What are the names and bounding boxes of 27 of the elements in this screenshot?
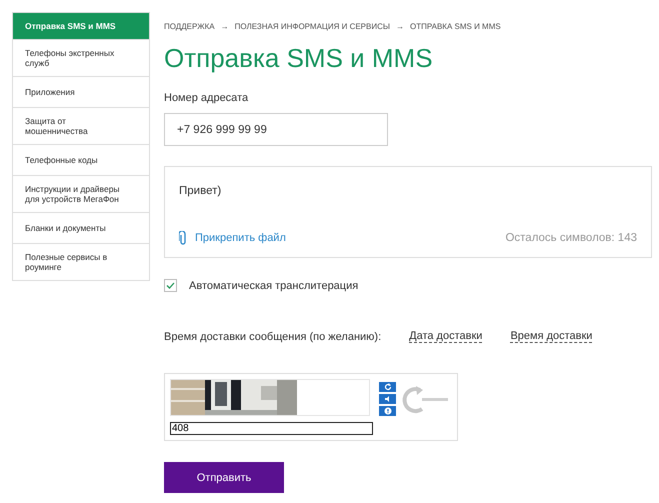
refresh-button[interactable] bbox=[379, 382, 396, 392]
breadcrumb-link[interactable]: ПОДДЕРЖКА bbox=[164, 22, 215, 31]
character-counter: Осталось символов: 143 bbox=[505, 232, 637, 244]
breadcrumb-link[interactable]: ОТПРАВКА SMS И MMS bbox=[410, 22, 501, 31]
captcha-input[interactable]: 408 bbox=[170, 422, 373, 435]
refresh-icon bbox=[384, 383, 392, 391]
breadcrumb-link[interactable]: ПОЛЕЗНАЯ ИНФОРМАЦИЯ И СЕРВИСЫ bbox=[234, 22, 390, 31]
sidebar-item[interactable]: Отправка SMS и MMS bbox=[13, 13, 149, 40]
attach-file-link[interactable]: Прикрепить файл bbox=[179, 231, 286, 245]
checkbox-label: Автоматическая транслитерация bbox=[189, 280, 358, 292]
send-button[interactable]: Отправить bbox=[164, 462, 284, 493]
page-title: Отправка SMS и MMS bbox=[164, 43, 434, 74]
message-field[interactable]: Привет) Прикрепить файл Осталось символов: 143 bbox=[164, 166, 652, 258]
checkbox[interactable] bbox=[164, 279, 177, 292]
breadcrumb-separator: → bbox=[396, 22, 404, 31]
field-label: Номер адресата bbox=[164, 92, 250, 104]
delivery-time-link[interactable]: Время доставки bbox=[510, 330, 592, 343]
help-icon bbox=[384, 407, 392, 415]
audio-button[interactable] bbox=[379, 394, 396, 404]
delivery-label: Время доставки сообщения (по желанию): bbox=[164, 330, 382, 342]
paperclip-icon bbox=[179, 231, 187, 245]
delivery-date-link[interactable]: Дата доставки bbox=[409, 330, 482, 343]
message-text: Привет) bbox=[179, 185, 222, 197]
breadcrumb-separator: → bbox=[220, 22, 229, 31]
speaker-icon bbox=[384, 395, 392, 403]
phone-input[interactable]: +7 926 999 99 99 bbox=[164, 113, 388, 146]
help-button[interactable] bbox=[379, 406, 396, 416]
